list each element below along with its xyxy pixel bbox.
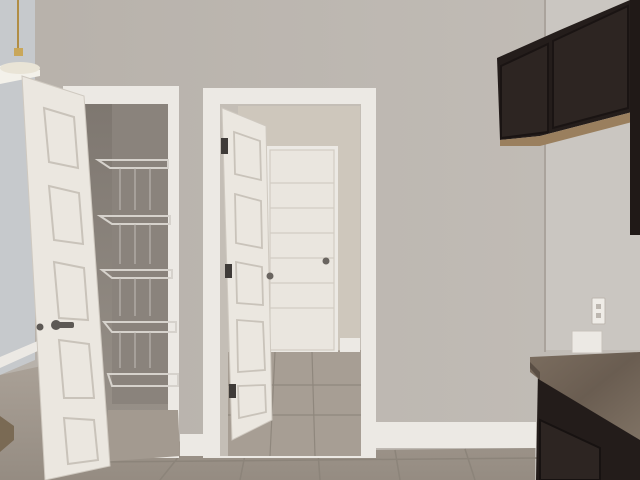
door-hinge-icon: [229, 384, 236, 398]
wall-outlet-icon: [591, 297, 606, 325]
baseboard: [180, 434, 204, 456]
door-knob-icon[interactable]: [322, 257, 330, 265]
door-hinge-icon: [221, 138, 228, 154]
baseboard: [376, 422, 536, 448]
photo-canvas: [0, 0, 640, 480]
far-closed-door[interactable]: [264, 146, 338, 352]
dryer-vent-box: [571, 330, 603, 354]
door-hinge-icon: [225, 264, 232, 278]
door-knob-icon[interactable]: [266, 272, 274, 280]
hallway-photo: [0, 0, 640, 480]
